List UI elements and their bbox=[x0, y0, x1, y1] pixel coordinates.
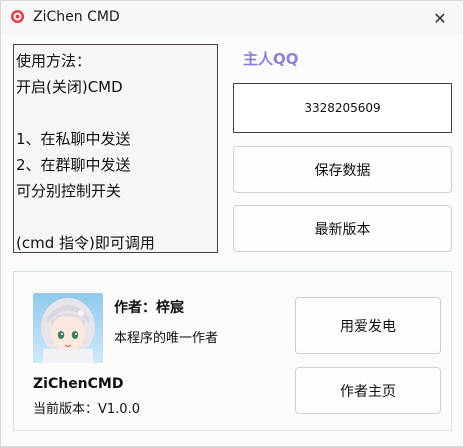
instruction-line: (cmd 指令)即可调用 bbox=[16, 234, 155, 252]
app-logo-icon bbox=[10, 9, 25, 24]
donate-button[interactable]: 用爱发电 bbox=[295, 297, 441, 354]
owner-qq-field[interactable]: 3328205609 bbox=[233, 83, 452, 133]
avatar bbox=[33, 293, 103, 363]
app-window: ZiChen CMD ✕ 使用方法： 开启(关闭)CMD 1、在私聊中发送 2、… bbox=[0, 0, 464, 447]
instruction-line bbox=[16, 204, 215, 230]
author-homepage-button[interactable]: 作者主页 bbox=[295, 367, 441, 414]
author-name: 作者：梓宸 bbox=[114, 300, 184, 316]
instruction-line: 开启(关闭)CMD bbox=[16, 78, 123, 96]
owner-qq-label: 主人QQ bbox=[243, 50, 299, 68]
owner-qq-value: 3328205609 bbox=[304, 101, 381, 115]
instruction-line: 可分别控制开关 bbox=[16, 182, 122, 200]
usage-instructions: 使用方法： 开启(关闭)CMD 1、在私聊中发送 2、在群聊中发送 可分别控制开… bbox=[13, 44, 218, 253]
latest-version-button[interactable]: 最新版本 bbox=[233, 205, 452, 252]
close-icon: ✕ bbox=[433, 8, 447, 28]
instruction-line: 2、在群聊中发送 bbox=[16, 156, 131, 174]
instruction-line bbox=[16, 100, 215, 126]
author-panel: 作者：梓宸 本程序的唯一作者 ZiChenCMD 当前版本：V1.0.0 用爱发… bbox=[13, 271, 452, 431]
author-description: 本程序的唯一作者 bbox=[114, 331, 219, 346]
close-button[interactable]: ✕ bbox=[417, 1, 463, 35]
instruction-line: 使用方法： bbox=[16, 52, 92, 70]
title-bar[interactable]: ZiChen CMD ✕ bbox=[1, 1, 463, 35]
author-avatar-image bbox=[33, 293, 103, 363]
window-title: ZiChen CMD bbox=[33, 9, 120, 25]
current-version: 当前版本：V1.0.0 bbox=[33, 402, 140, 417]
save-data-button[interactable]: 保存数据 bbox=[233, 146, 452, 193]
instruction-line: 1、在私聊中发送 bbox=[16, 130, 131, 148]
app-name: ZiChenCMD bbox=[33, 376, 124, 392]
